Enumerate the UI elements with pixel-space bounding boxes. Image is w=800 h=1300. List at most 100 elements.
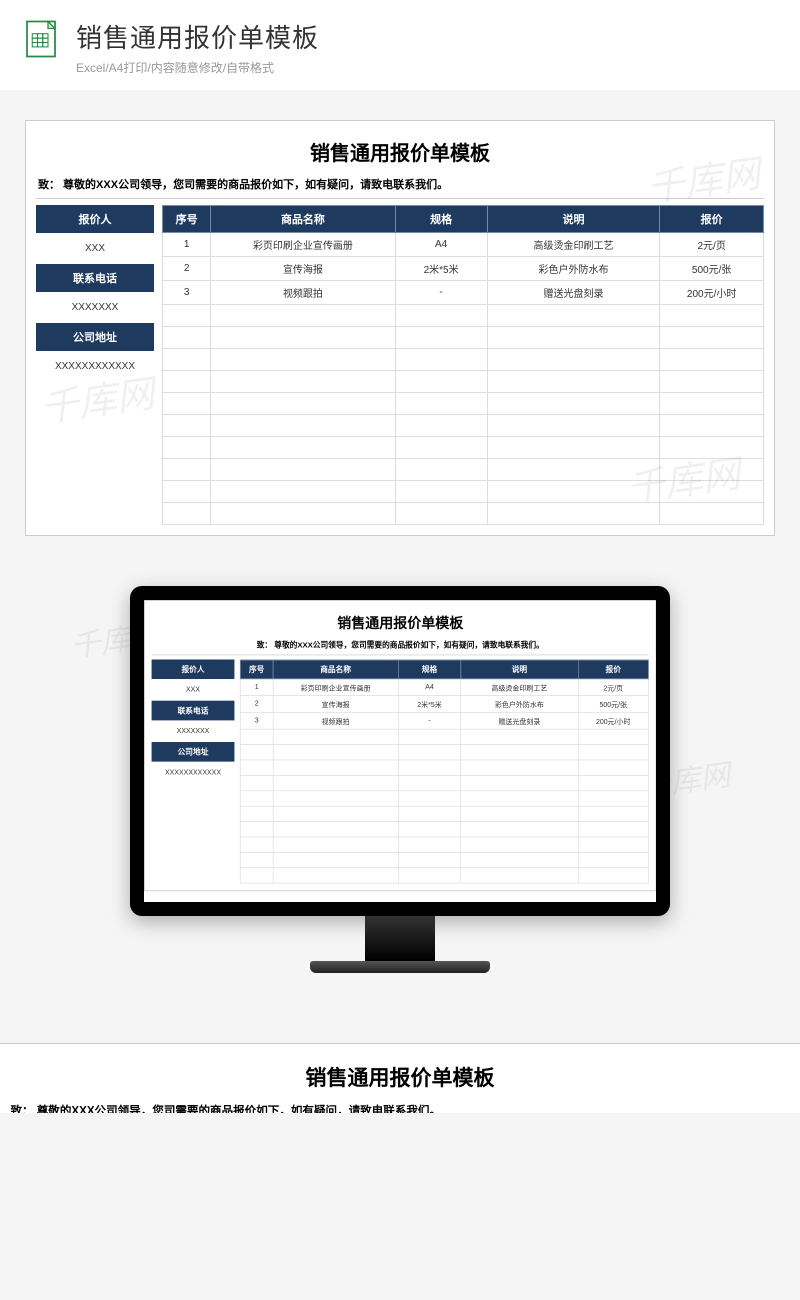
cell-name: 宣传海报 (273, 696, 398, 713)
table-row-empty (163, 349, 764, 371)
excel-icon (20, 18, 62, 60)
cell-name: 视频跟拍 (273, 712, 398, 729)
cell-seq: 3 (163, 281, 211, 305)
table-row: 2宣传海报2米*5米彩色户外防水布500元/张 (163, 257, 764, 281)
sheet-note: 致： 尊敬的XXX公司领导，您司需要的商品报价如下，如有疑问，请致电联系我们。 (36, 172, 764, 199)
sidebar-phone-label: 联系电话 (36, 264, 154, 292)
sidebar-quoter-label: 报价人 (152, 660, 235, 680)
column-header-desc: 说明 (461, 660, 578, 679)
table-row: 3视频跟拍-赠送光盘刻录200元/小时 (163, 281, 764, 305)
sidebar: 报价人XXX联系电话XXXXXXX公司地址XXXXXXXXXXXX (36, 205, 154, 525)
sidebar-address-label: 公司地址 (152, 742, 235, 762)
table-row-empty (240, 791, 648, 806)
sheet-title: 销售通用报价单模板 (8, 1055, 791, 1098)
preview-cropped: 销售通用报价单模板致： 尊敬的XXX公司领导，您司需要的商品报价如下，如有疑问，… (0, 1023, 800, 1113)
table-row-empty (163, 437, 764, 459)
quotation-sheet: 销售通用报价单模板致： 尊敬的XXX公司领导，您司需要的商品报价如下，如有疑问，… (0, 1043, 800, 1113)
column-header-price: 报价 (660, 206, 764, 233)
column-header-price: 报价 (578, 660, 648, 679)
column-header-spec: 规格 (398, 660, 461, 679)
sidebar-phone-value: XXXXXXX (36, 292, 154, 323)
sheet-title: 销售通用报价单模板 (152, 608, 649, 637)
cell-desc: 高级烫金印刷工艺 (461, 679, 578, 696)
sidebar-phone-label: 联系电话 (152, 701, 235, 721)
cell-seq: 3 (240, 712, 273, 729)
cell-seq: 2 (240, 696, 273, 713)
column-header-spec: 规格 (395, 206, 487, 233)
table-row-empty (163, 305, 764, 327)
sheet-title: 销售通用报价单模板 (36, 131, 764, 172)
page-subtitle: Excel/A4打印/内容随意修改/自带格式 (76, 59, 780, 76)
table-row-empty (163, 503, 764, 525)
table-row-empty (163, 393, 764, 415)
sidebar-quoter-label: 报价人 (36, 205, 154, 233)
cell-desc: 赠送光盘刻录 (487, 281, 660, 305)
preview-flat: 千库网 千库网 千库网 销售通用报价单模板致： 尊敬的XXX公司领导，您司需要的… (0, 90, 800, 556)
quotation-table: 序号商品名称规格说明报价1彩页印刷企业宣传画册A4高级烫金印刷工艺2元/页2宣传… (240, 660, 649, 884)
table-row-empty (240, 852, 648, 867)
monitor-stand (365, 916, 435, 961)
cell-price: 2元/页 (660, 233, 764, 257)
page-title: 销售通用报价单模板 (76, 18, 780, 55)
cell-name: 彩页印刷企业宣传画册 (211, 233, 395, 257)
cell-price: 200元/小时 (660, 281, 764, 305)
table-row-empty (240, 745, 648, 760)
sidebar: 报价人XXX联系电话XXXXXXX公司地址XXXXXXXXXXXX (152, 660, 235, 884)
cell-seq: 2 (163, 257, 211, 281)
cell-price: 500元/张 (578, 696, 648, 713)
column-header-name: 商品名称 (273, 660, 398, 679)
cell-spec: A4 (398, 679, 461, 696)
table-row: 1彩页印刷企业宣传画册A4高级烫金印刷工艺2元/页 (240, 679, 648, 696)
table-row-empty (163, 327, 764, 349)
cell-desc: 彩色户外防水布 (461, 696, 578, 713)
cell-desc: 高级烫金印刷工艺 (487, 233, 660, 257)
table-row-empty (240, 822, 648, 837)
header-bar: 销售通用报价单模板 Excel/A4打印/内容随意修改/自带格式 (0, 0, 800, 90)
quotation-sheet: 销售通用报价单模板致： 尊敬的XXX公司领导，您司需要的商品报价如下，如有疑问，… (25, 120, 775, 536)
preview-monitor: 千库网 千库网 销售通用报价单模板致： 尊敬的XXX公司领导，您司需要的商品报价… (0, 556, 800, 1023)
monitor-base (310, 961, 490, 973)
cell-desc: 赠送光盘刻录 (461, 712, 578, 729)
cell-spec: A4 (395, 233, 487, 257)
table-row: 3视频跟拍-赠送光盘刻录200元/小时 (240, 712, 648, 729)
table-row-empty (240, 775, 648, 790)
sidebar-quoter-value: XXX (36, 233, 154, 264)
monitor-mockup: 销售通用报价单模板致： 尊敬的XXX公司领导，您司需要的商品报价如下，如有疑问，… (130, 586, 670, 973)
cell-name: 宣传海报 (211, 257, 395, 281)
cell-name: 视频跟拍 (211, 281, 395, 305)
monitor-bezel: 销售通用报价单模板致： 尊敬的XXX公司领导，您司需要的商品报价如下，如有疑问，… (130, 586, 670, 916)
sidebar-address-value: XXXXXXXXXXXX (152, 762, 235, 784)
quotation-sheet: 销售通用报价单模板致： 尊敬的XXX公司领导，您司需要的商品报价如下，如有疑问，… (144, 600, 656, 891)
cell-name: 彩页印刷企业宣传画册 (273, 679, 398, 696)
cell-price: 200元/小时 (578, 712, 648, 729)
sidebar-address-label: 公司地址 (36, 323, 154, 351)
cell-spec: - (395, 281, 487, 305)
column-header-seq: 序号 (163, 206, 211, 233)
table-row-empty (163, 481, 764, 503)
sheet-note: 致： 尊敬的XXX公司领导，您司需要的商品报价如下，如有疑问，请致电联系我们。 (8, 1098, 791, 1113)
cell-spec: - (398, 712, 461, 729)
table-row: 2宣传海报2米*5米彩色户外防水布500元/张 (240, 696, 648, 713)
cell-desc: 彩色户外防水布 (487, 257, 660, 281)
table-row-empty (163, 415, 764, 437)
table-row: 1彩页印刷企业宣传画册A4高级烫金印刷工艺2元/页 (163, 233, 764, 257)
column-header-desc: 说明 (487, 206, 660, 233)
table-row-empty (240, 837, 648, 852)
table-row-empty (240, 806, 648, 821)
sidebar-quoter-value: XXX (152, 679, 235, 701)
cell-seq: 1 (240, 679, 273, 696)
cell-price: 500元/张 (660, 257, 764, 281)
table-row-empty (163, 459, 764, 481)
cell-seq: 1 (163, 233, 211, 257)
column-header-seq: 序号 (240, 660, 273, 679)
sidebar-phone-value: XXXXXXX (152, 720, 235, 742)
table-row-empty (240, 760, 648, 775)
sheet-note: 致： 尊敬的XXX公司领导，您司需要的商品报价如下，如有疑问，请致电联系我们。 (152, 636, 649, 655)
sidebar-address-value: XXXXXXXXXXXX (36, 351, 154, 382)
cell-price: 2元/页 (578, 679, 648, 696)
table-row-empty (240, 868, 648, 883)
column-header-name: 商品名称 (211, 206, 395, 233)
table-row-empty (163, 371, 764, 393)
monitor-screen: 销售通用报价单模板致： 尊敬的XXX公司领导，您司需要的商品报价如下，如有疑问，… (144, 600, 656, 902)
cell-spec: 2米*5米 (398, 696, 461, 713)
